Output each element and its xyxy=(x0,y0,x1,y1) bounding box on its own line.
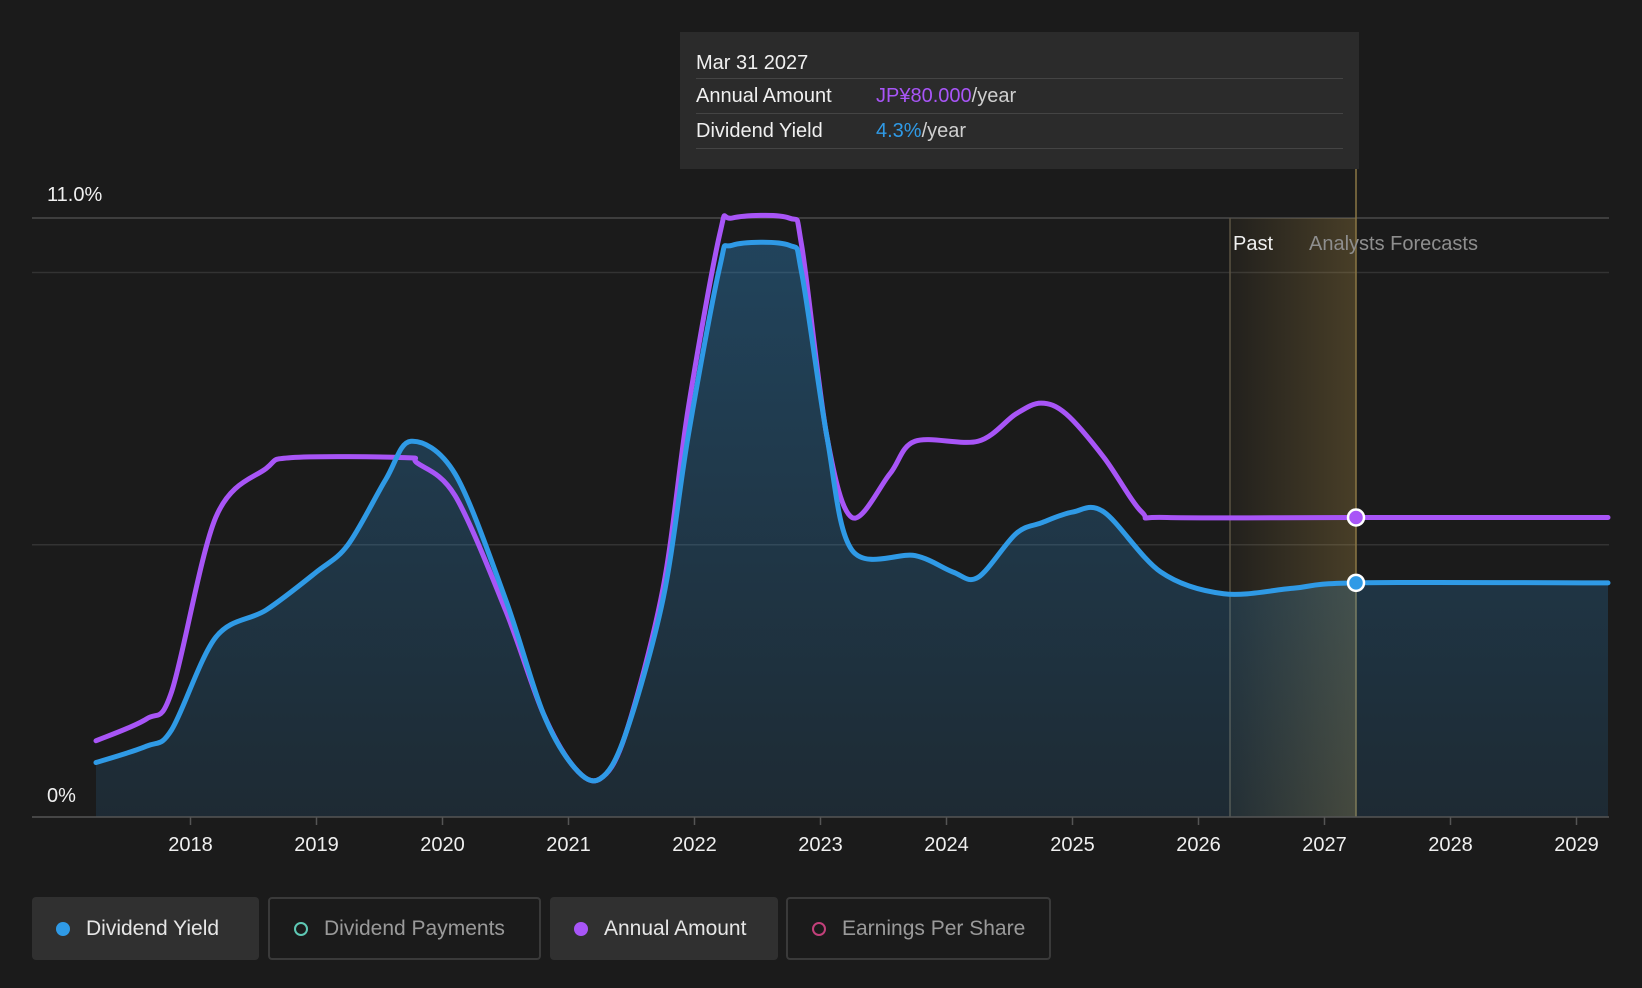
legend-dividend-yield[interactable]: Dividend Yield xyxy=(32,897,259,960)
legend-dividend-payments[interactable]: Dividend Payments xyxy=(268,897,541,960)
legend-label: Dividend Payments xyxy=(324,916,505,940)
x-tick-label: 2019 xyxy=(294,834,339,856)
y-tick-label-max: 11.0% xyxy=(47,184,102,206)
x-tick-label: 2026 xyxy=(1176,834,1221,856)
tooltip-date: Mar 31 2027 xyxy=(696,48,1343,79)
tooltip-label: Annual Amount xyxy=(696,85,832,107)
tooltip-value: JP¥80.000 xyxy=(876,85,972,107)
dot-icon xyxy=(574,921,588,936)
x-tick-label: 2018 xyxy=(168,834,213,856)
legend-earnings-per-share[interactable]: Earnings Per Share xyxy=(786,897,1051,960)
x-tick-label: 2028 xyxy=(1428,834,1473,856)
forecast-label: Analysts Forecasts xyxy=(1309,233,1478,255)
ring-icon xyxy=(812,921,826,936)
tooltip-unit: /year xyxy=(971,85,1017,107)
annual-amount-marker xyxy=(1346,508,1366,527)
tooltip-row-annual-amount: Annual Amount JP¥80.000 /year xyxy=(696,79,1343,114)
tooltip-label: Dividend Yield xyxy=(696,120,823,142)
x-tick-label: 2023 xyxy=(798,834,843,856)
tooltip: Mar 31 2027 Annual Amount JP¥80.000 /yea… xyxy=(680,32,1359,169)
x-tick-label: 2021 xyxy=(546,834,591,856)
x-tick-label: 2024 xyxy=(924,834,969,856)
tooltip-unit: /year xyxy=(921,120,967,142)
x-tick-label: 2022 xyxy=(672,834,717,856)
legend-label: Earnings Per Share xyxy=(842,916,1026,940)
dividend-yield-marker xyxy=(1346,573,1366,593)
x-tick-label: 2025 xyxy=(1050,834,1095,856)
tooltip-value: 4.3% xyxy=(876,120,922,142)
yield-area xyxy=(96,242,1608,817)
dot-icon xyxy=(56,921,70,936)
legend-annual-amount[interactable]: Annual Amount xyxy=(550,897,778,960)
tooltip-row-dividend-yield: Dividend Yield 4.3% /year xyxy=(696,114,1343,149)
x-tick-label: 2029 xyxy=(1554,834,1599,856)
legend-label: Annual Amount xyxy=(604,916,747,940)
x-tick-label: 2020 xyxy=(420,834,465,856)
y-tick-label-min: 0% xyxy=(47,785,76,807)
ring-icon xyxy=(294,921,308,936)
past-label: Past xyxy=(1233,233,1273,255)
legend-label: Dividend Yield xyxy=(86,916,220,940)
x-tick-label: 2027 xyxy=(1302,834,1347,856)
